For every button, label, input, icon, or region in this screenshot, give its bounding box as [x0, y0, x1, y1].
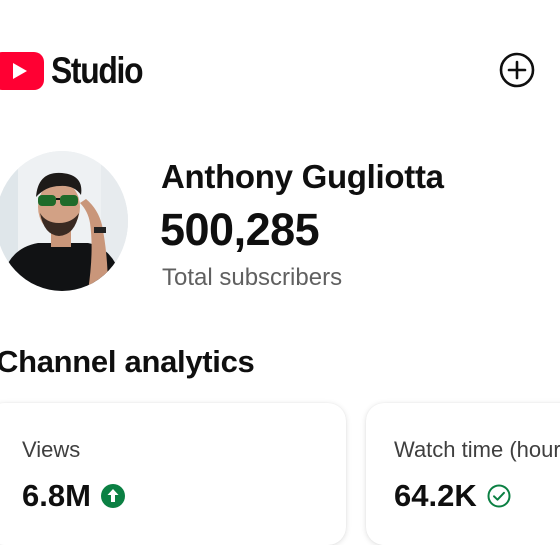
create-button[interactable]	[499, 52, 535, 88]
views-value-row: 6.8M	[22, 478, 125, 514]
bottom-edge	[0, 545, 560, 560]
views-card[interactable]: Views 6.8M	[0, 403, 346, 545]
check-circle-icon	[487, 484, 511, 508]
channel-name: Anthony Gugliotta	[161, 158, 444, 195]
youtube-play-icon	[0, 52, 44, 90]
watch-time-card[interactable]: Watch time (hour 64.2K	[366, 403, 560, 545]
watch-time-label: Watch time (hour	[394, 437, 560, 462]
plus-circle-icon	[499, 52, 535, 88]
views-label: Views	[22, 437, 81, 462]
studio-home-screen: Studio Anthony Gugliotta 500,285 Total s…	[0, 0, 560, 560]
watch-time-value: 64.2K	[394, 478, 477, 513]
watch-time-value-row: 64.2K	[394, 478, 511, 514]
views-value: 6.8M	[22, 478, 91, 513]
section-title-channel-analytics: Channel analytics	[0, 344, 255, 379]
logo-text: Studio	[51, 50, 144, 91]
subscriber-count: 500,285	[160, 204, 320, 255]
arrow-up-circle-icon	[100, 484, 125, 508]
youtube-studio-logo[interactable]: Studio	[0, 50, 157, 92]
subscriber-label: Total subscribers	[162, 264, 343, 291]
channel-avatar[interactable]	[0, 151, 128, 291]
avatar-photo	[0, 151, 128, 291]
